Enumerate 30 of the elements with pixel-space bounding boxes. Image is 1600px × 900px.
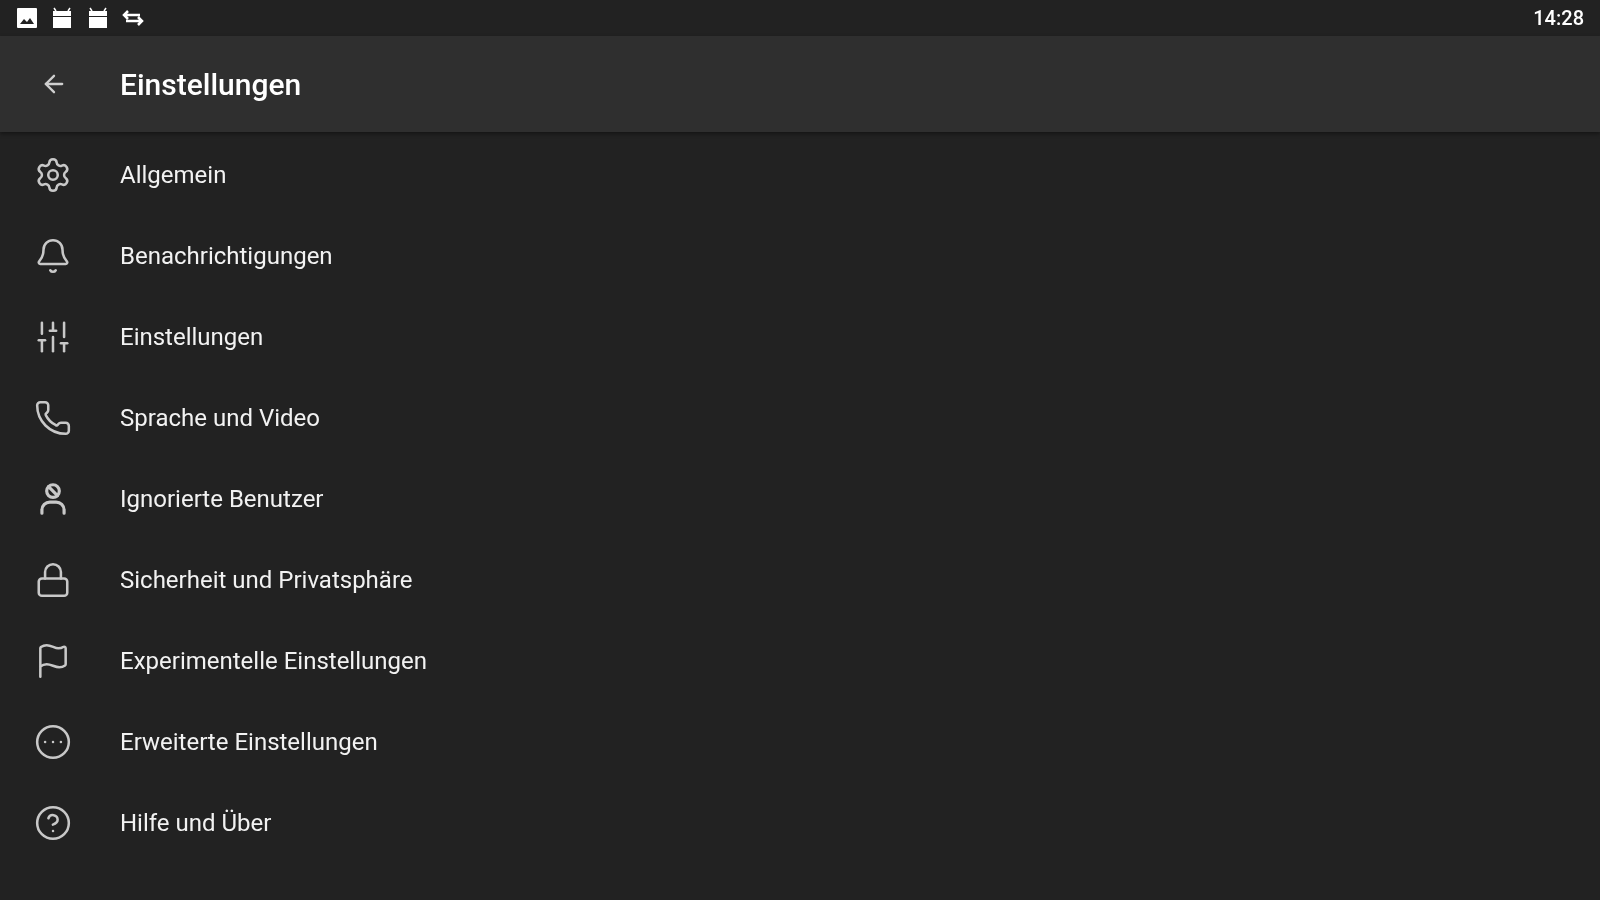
status-time: 14:28: [1533, 5, 1584, 32]
item-label: Allgemein: [120, 159, 227, 191]
swap-arrows-icon: [122, 9, 144, 27]
settings-item[interactable]: Experimentelle Einstellungen: [0, 620, 1600, 701]
settings-item[interactable]: Sprache und Video: [0, 377, 1600, 458]
item-label: Benachrichtigungen: [120, 240, 333, 272]
lock-icon: [34, 560, 72, 599]
settings-item[interactable]: Ignorierte Benutzer: [0, 458, 1600, 539]
item-label: Erweiterte Einstellungen: [120, 726, 378, 758]
item-label: Experimentelle Einstellungen: [120, 645, 427, 677]
bell-icon: [34, 236, 72, 275]
help-icon: [34, 803, 72, 842]
settings-item[interactable]: Allgemein: [0, 134, 1600, 215]
settings-item[interactable]: Hilfe und Über: [0, 782, 1600, 863]
item-label: Einstellungen: [120, 321, 264, 353]
item-label: Sprache und Video: [120, 402, 320, 434]
page-title: Einstellungen: [120, 65, 302, 104]
image-icon: [16, 7, 38, 29]
settings-item[interactable]: Einstellungen: [0, 296, 1600, 377]
item-label: Sicherheit und Privatsphäre: [120, 564, 413, 596]
robot-icon: [50, 6, 74, 30]
settings-item[interactable]: Sicherheit und Privatsphäre: [0, 539, 1600, 620]
phone-icon: [34, 398, 72, 437]
gear-icon: [34, 155, 72, 194]
settings-item[interactable]: Benachrichtigungen: [0, 215, 1600, 296]
robot-icon: [86, 6, 110, 30]
item-label: Hilfe und Über: [120, 807, 272, 839]
settings-item[interactable]: Erweiterte Einstellungen: [0, 701, 1600, 782]
more-options-icon: [34, 722, 72, 761]
item-label: Ignorierte Benutzer: [120, 483, 324, 515]
